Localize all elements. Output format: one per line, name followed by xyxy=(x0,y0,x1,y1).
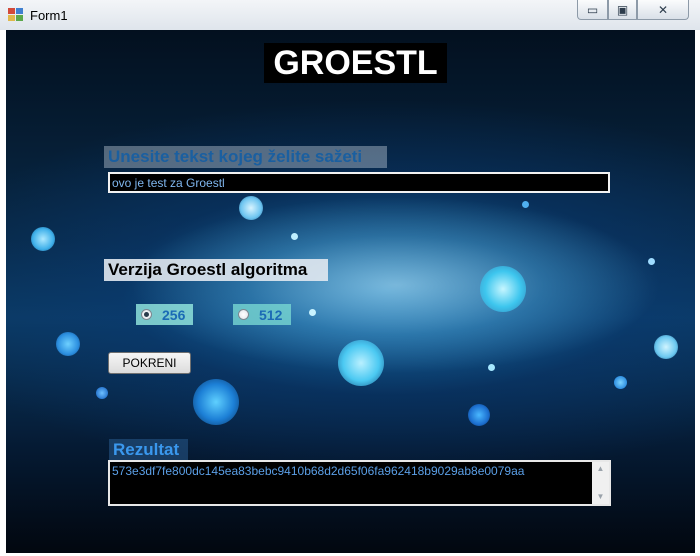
radio-512[interactable]: 512 xyxy=(233,304,291,325)
page-title: GROESTL xyxy=(264,43,447,83)
window-title: Form1 xyxy=(30,8,68,23)
minimize-button[interactable]: ▭ xyxy=(577,0,608,20)
bubble xyxy=(654,335,678,359)
radio-512-label: 512 xyxy=(259,306,283,323)
version-label: Verzija Groestl algoritma xyxy=(104,259,328,281)
radio-256-label: 256 xyxy=(162,306,186,323)
bubble xyxy=(239,196,263,220)
bubble xyxy=(291,233,298,240)
bubble xyxy=(614,376,627,389)
result-scrollbar[interactable]: ▲ ▼ xyxy=(592,462,609,504)
bubble xyxy=(522,201,529,208)
maximize-icon: ▣ xyxy=(616,2,629,17)
bubble xyxy=(31,227,55,251)
radio-unchecked-icon[interactable] xyxy=(238,309,249,320)
maximize-button[interactable]: ▣ xyxy=(608,0,637,20)
bubble xyxy=(488,364,495,371)
result-label: Rezultat xyxy=(109,439,188,460)
run-button[interactable]: POKRENI xyxy=(108,352,191,374)
text-input-field[interactable] xyxy=(108,172,610,193)
radio-256[interactable]: 256 xyxy=(136,304,193,325)
input-label: Unesite tekst kojeg želite sažeti xyxy=(104,146,387,168)
bubble xyxy=(648,258,655,265)
bubble xyxy=(480,266,526,312)
result-value: 573e3df7fe800dc145ea83bebc9410b68d2d65f0… xyxy=(112,464,525,478)
minimize-icon: ▭ xyxy=(586,2,599,17)
bubble xyxy=(468,404,490,426)
radio-checked-icon[interactable] xyxy=(141,309,152,320)
scroll-down-icon[interactable]: ▼ xyxy=(592,490,609,504)
bubble xyxy=(338,340,384,386)
result-textbox[interactable]: 573e3df7fe800dc145ea83bebc9410b68d2d65f0… xyxy=(108,460,611,506)
bubble xyxy=(56,332,80,356)
close-button[interactable]: ✕ xyxy=(637,0,689,20)
form-client-area: GROESTL Unesite tekst kojeg želite sažet… xyxy=(6,30,695,553)
scroll-up-icon[interactable]: ▲ xyxy=(592,462,609,476)
bubble xyxy=(309,309,316,316)
form-icon xyxy=(8,8,23,22)
bubble xyxy=(193,379,239,425)
close-icon: ✕ xyxy=(657,2,669,17)
title-bar[interactable]: Form1 ▭ ▣ ✕ xyxy=(0,0,700,30)
bubble xyxy=(96,387,108,399)
